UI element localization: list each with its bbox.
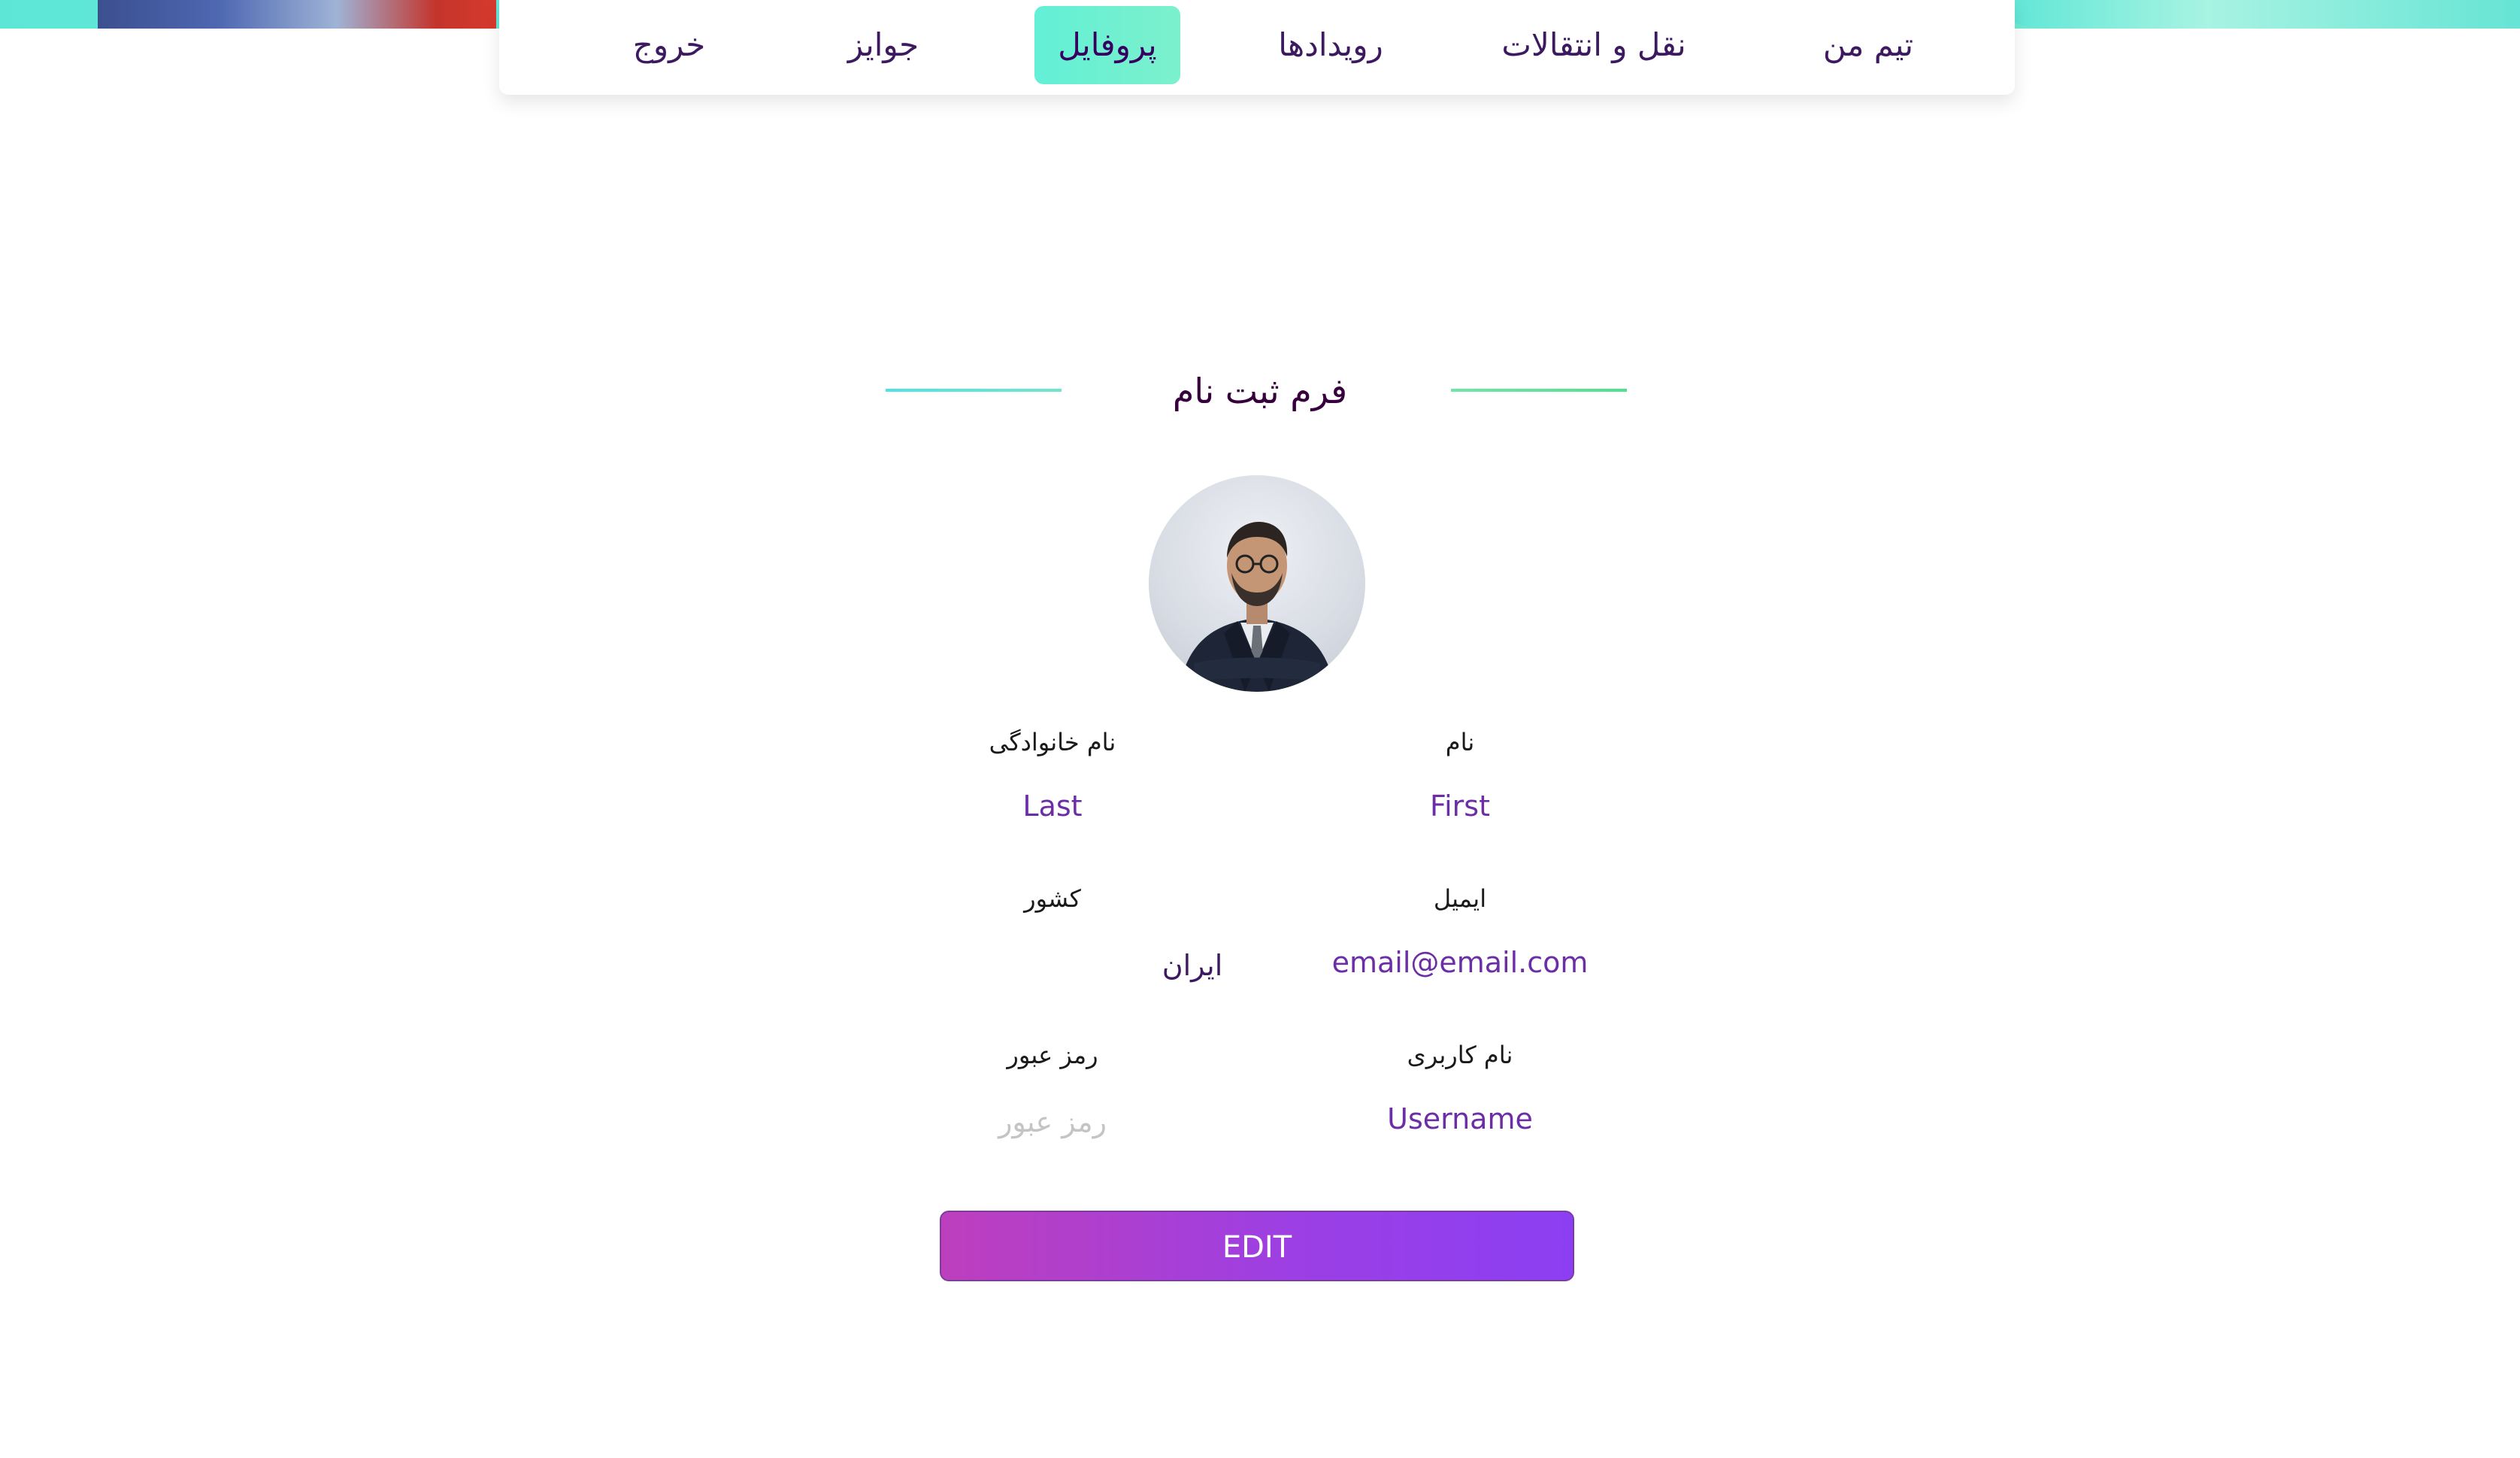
- main-navbar: تیم من نقل و انتقالات رویدادها پروفایل ج…: [499, 0, 2015, 95]
- banner-player-photo: [98, 0, 496, 29]
- profile-avatar[interactable]: [1149, 475, 1365, 692]
- form-title: فرم ثبت نام: [1172, 371, 1348, 411]
- nav-item-my-team[interactable]: تیم من: [1797, 6, 1940, 84]
- nav-item-transfers[interactable]: نقل و انتقالات: [1481, 6, 1707, 84]
- country-label: کشور: [1024, 884, 1081, 913]
- title-divider-left: [886, 389, 1062, 392]
- nav-item-events[interactable]: رویدادها: [1248, 6, 1413, 84]
- nav-item-logout[interactable]: خروج: [609, 6, 729, 84]
- title-divider-right: [1451, 389, 1627, 392]
- username-label: نام کاربری: [1407, 1041, 1513, 1069]
- page: تیم من نقل و انتقالات رویدادها پروفایل ج…: [0, 0, 2520, 1458]
- username-field[interactable]: Username: [1302, 1102, 1618, 1135]
- country-select[interactable]: ایران: [1034, 949, 1350, 982]
- banner-swirl-decoration: [2000, 0, 2520, 29]
- first-name-field[interactable]: First: [1302, 790, 1618, 823]
- password-label: رمز عبور: [1007, 1041, 1098, 1069]
- first-name-label: نام: [1445, 728, 1475, 756]
- password-field[interactable]: رمز عبور: [895, 1105, 1210, 1138]
- last-name-label: نام خانوادگی: [989, 728, 1116, 756]
- edit-button[interactable]: EDIT: [940, 1211, 1574, 1281]
- avatar-person-illustration: [1179, 522, 1335, 692]
- nav-item-awards[interactable]: جوایز: [819, 6, 947, 84]
- email-label: ایمیل: [1433, 884, 1487, 913]
- last-name-field[interactable]: Last: [895, 790, 1210, 823]
- nav-item-profile[interactable]: پروفایل: [1034, 6, 1180, 84]
